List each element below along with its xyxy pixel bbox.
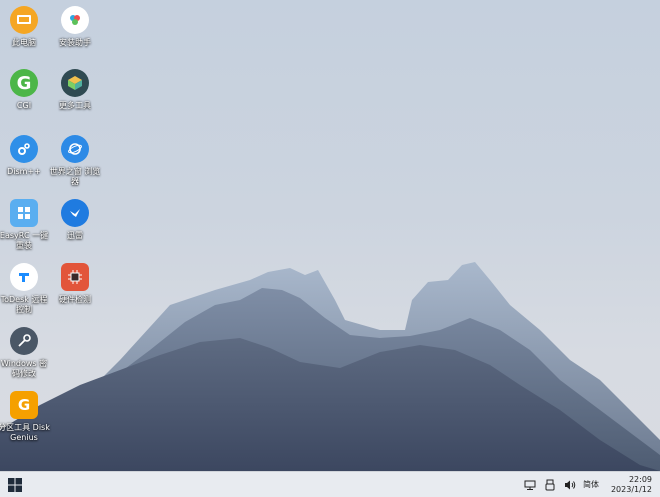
dism-icon <box>10 135 38 163</box>
icon-label: 迅雷 <box>67 231 83 240</box>
icon-label: 更多工具 <box>59 101 91 110</box>
taskbar: 简体 22:09 2023/1/12 <box>0 471 660 497</box>
icon-label: Dism++ <box>7 167 41 176</box>
windows-password-icon <box>10 327 38 355</box>
icon-label: 分区工具 DiskGenius <box>0 423 50 442</box>
desktop-icon-install-assistant[interactable]: 安装助手 <box>48 2 102 48</box>
desktop-icon-cgi[interactable]: G CGI <box>0 65 51 111</box>
cgi-backup-icon: G <box>10 69 38 97</box>
usb-icon[interactable] <box>543 478 557 492</box>
desktop-icon-thunder[interactable]: 迅雷 <box>48 195 102 241</box>
easyrc-icon <box>10 199 38 227</box>
clock-time: 22:09 <box>628 474 652 484</box>
install-assistant-icon <box>61 6 89 34</box>
windows-start-icon[interactable] <box>7 477 23 493</box>
icon-label: ToDesk 远程控制 <box>0 295 48 314</box>
icon-label: Windows 密码修改 <box>0 359 48 378</box>
clock-date: 2023/1/12 <box>610 484 652 494</box>
desktop-icon-more-tools[interactable]: 更多工具 <box>48 65 102 111</box>
icon-label: 安装助手 <box>59 38 91 47</box>
more-tools-icon <box>61 69 89 97</box>
icon-label: 此电脑 <box>12 38 36 47</box>
desktop-icon-this-pc[interactable]: 此电脑 <box>0 2 51 48</box>
volume-icon[interactable] <box>563 478 577 492</box>
ime-indicator[interactable]: 简体 <box>583 479 599 490</box>
browser-icon <box>61 135 89 163</box>
hardware-check-icon <box>61 263 89 291</box>
desktop: 此电脑 G CGI Dism++ EasyRC 一键重装 ToDesk 远程控制… <box>0 0 660 471</box>
this-pc-icon <box>10 6 38 34</box>
network-icon[interactable] <box>523 478 537 492</box>
icon-label: 硬件检测 <box>59 295 91 304</box>
desktop-icon-diskgenius[interactable]: G 分区工具 DiskGenius <box>0 387 51 443</box>
desktop-icon-hardware-check[interactable]: 硬件检测 <box>48 259 102 305</box>
todesk-icon <box>10 263 38 291</box>
desktop-icon-dism[interactable]: Dism++ <box>0 131 51 177</box>
desktop-icon-easyrc[interactable]: EasyRC 一键重装 <box>0 195 51 251</box>
desktop-icon-browser[interactable]: 世界之窗 浏览器 <box>48 131 102 187</box>
thunder-icon <box>61 199 89 227</box>
desktop-icon-windows-password[interactable]: Windows 密码修改 <box>0 323 51 379</box>
icon-label: 世界之窗 浏览器 <box>49 167 101 186</box>
diskgenius-icon: G <box>10 391 38 419</box>
clock[interactable]: 22:09 2023/1/12 <box>611 475 652 495</box>
icon-label: EasyRC 一键重装 <box>0 231 49 250</box>
icon-label: CGI <box>16 101 32 110</box>
system-tray: 简体 22:09 2023/1/12 <box>523 472 660 497</box>
desktop-icon-todesk[interactable]: ToDesk 远程控制 <box>0 259 51 315</box>
